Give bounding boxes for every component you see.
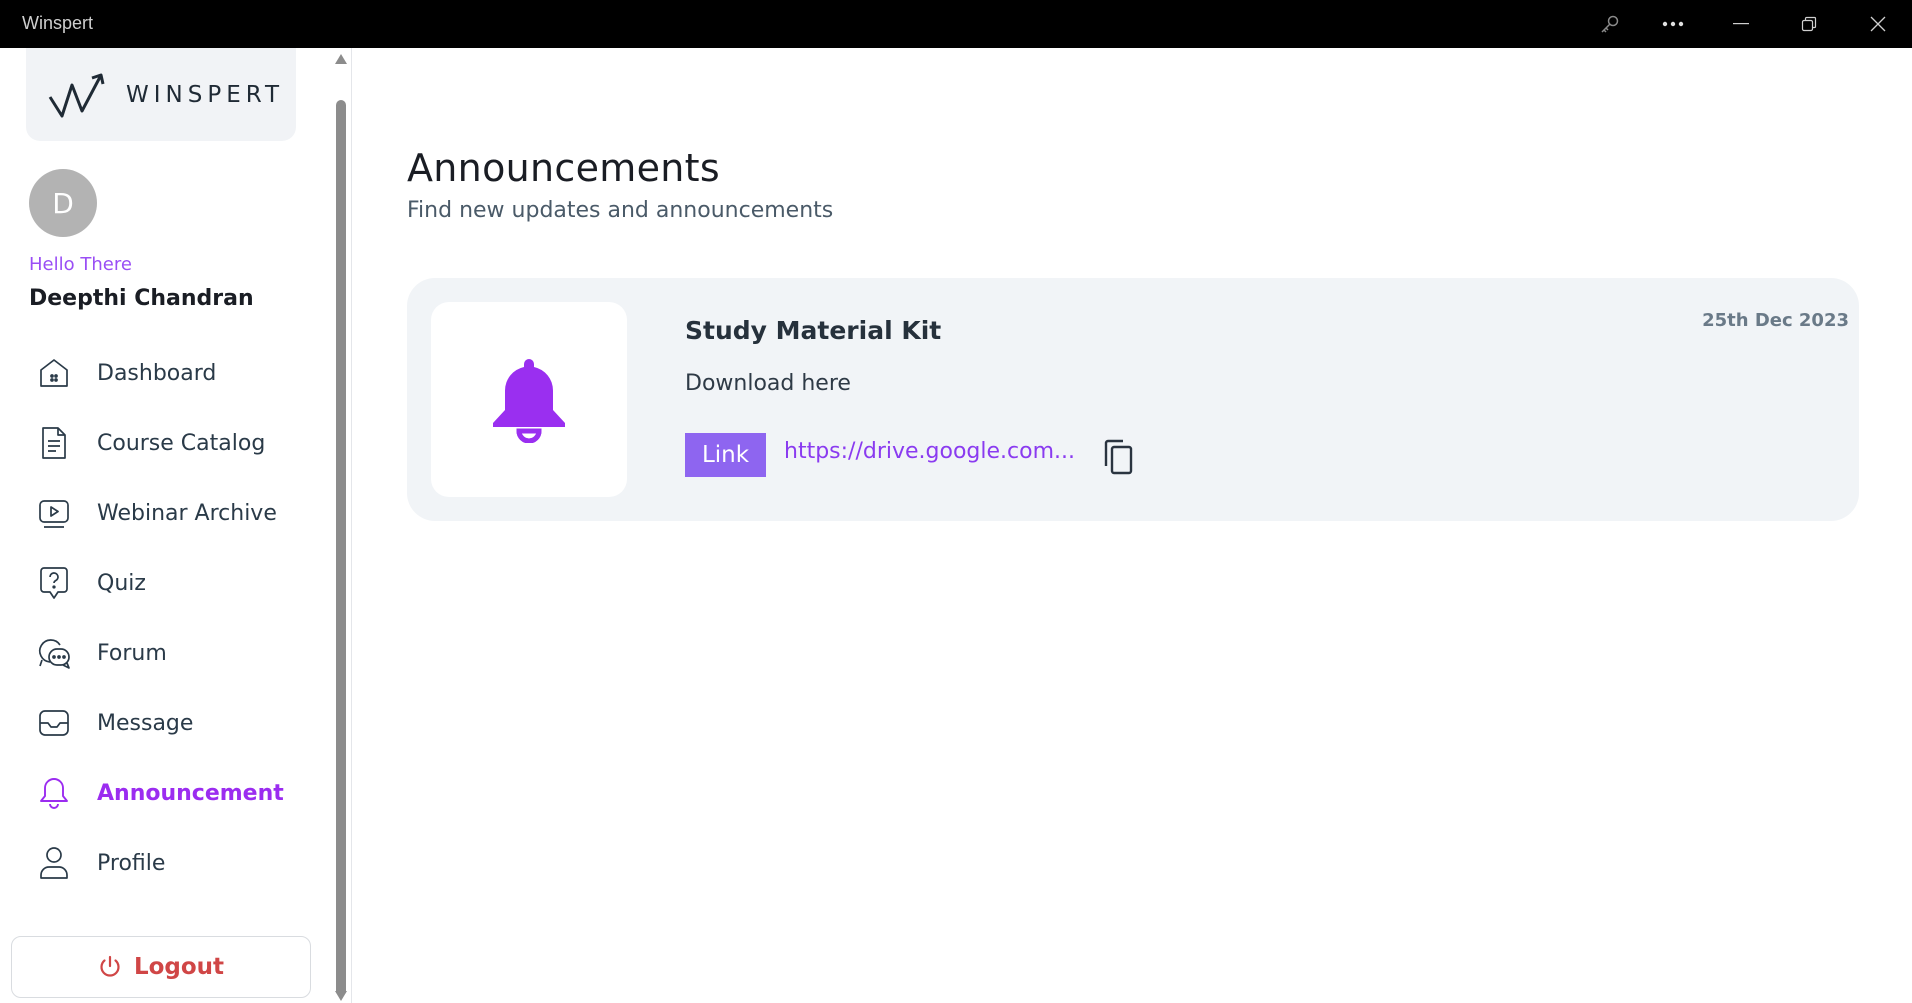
announcement-link[interactable]: https://drive.google.com... (784, 439, 1082, 464)
announcement-card: Study Material Kit 25th Dec 2023 Downloa… (407, 278, 1859, 521)
envelope-icon (36, 705, 72, 741)
bell-icon (493, 358, 565, 443)
sidebar: WINSPERT D Hello There Deepthi Chandran … (0, 48, 352, 1003)
document-icon (36, 425, 72, 461)
announcement-date: 25th Dec 2023 (1702, 310, 1849, 331)
bell-icon (36, 775, 72, 811)
sidebar-nav: Dashboard Course Catalog Webinar Archive… (0, 338, 330, 898)
sidebar-item-announcement[interactable]: Announcement (0, 758, 330, 828)
copy-icon[interactable] (1101, 438, 1135, 476)
sidebar-item-label: Forum (97, 640, 167, 666)
video-play-icon (36, 495, 72, 531)
title-bar: Winspert (0, 0, 1912, 48)
sidebar-item-label: Webinar Archive (97, 500, 277, 526)
user-name: Deepthi Chandran (29, 286, 254, 311)
home-icon (36, 355, 72, 391)
question-icon (36, 565, 72, 601)
sidebar-item-profile[interactable]: Profile (0, 828, 330, 898)
sidebar-item-label: Course Catalog (97, 430, 266, 456)
sidebar-item-message[interactable]: Message (0, 688, 330, 758)
restore-icon[interactable] (1775, 0, 1843, 48)
announcement-icon-box (431, 302, 627, 497)
logout-button[interactable]: Logout (11, 936, 311, 998)
scroll-up-arrow-icon[interactable] (335, 54, 347, 64)
greeting: Hello There (29, 254, 132, 275)
sidebar-item-label: Announcement (97, 780, 284, 806)
sidebar-item-forum[interactable]: Forum (0, 618, 330, 688)
power-icon (100, 955, 120, 977)
close-icon[interactable] (1844, 0, 1912, 48)
chat-bubbles-icon (36, 635, 72, 671)
sidebar-item-quiz[interactable]: Quiz (0, 548, 330, 618)
sidebar-item-label: Message (97, 710, 194, 736)
sidebar-scrollbar[interactable] (331, 48, 351, 1003)
scroll-down-arrow-icon[interactable] (335, 991, 347, 1001)
logout-label: Logout (133, 954, 225, 980)
sidebar-item-course-catalog[interactable]: Course Catalog (0, 408, 330, 478)
logo-text: WINSPERT (126, 81, 285, 108)
page-subtitle: Find new updates and announcements (407, 198, 834, 223)
app-title: Winspert (22, 13, 94, 33)
page-title: Announcements (407, 146, 720, 190)
sidebar-item-webinar-archive[interactable]: Webinar Archive (0, 478, 330, 548)
avatar[interactable]: D (29, 169, 97, 237)
scroll-thumb[interactable] (336, 100, 346, 996)
sidebar-item-dashboard[interactable]: Dashboard (0, 338, 330, 408)
announcement-title: Study Material Kit (685, 316, 942, 345)
main-content: Announcements Find new updates and annou… (353, 48, 1912, 1003)
key-icon[interactable] (1576, 0, 1644, 48)
sidebar-item-label: Profile (97, 850, 166, 876)
sidebar-item-label: Quiz (97, 570, 146, 596)
announcement-description: Download here (685, 371, 851, 396)
minimize-icon[interactable] (1707, 0, 1775, 48)
logo[interactable]: WINSPERT (26, 48, 296, 141)
link-badge: Link (685, 433, 766, 477)
winspert-logo-icon (48, 73, 105, 117)
user-icon (36, 845, 72, 881)
sidebar-item-label: Dashboard (97, 360, 217, 386)
more-icon[interactable] (1639, 0, 1707, 48)
